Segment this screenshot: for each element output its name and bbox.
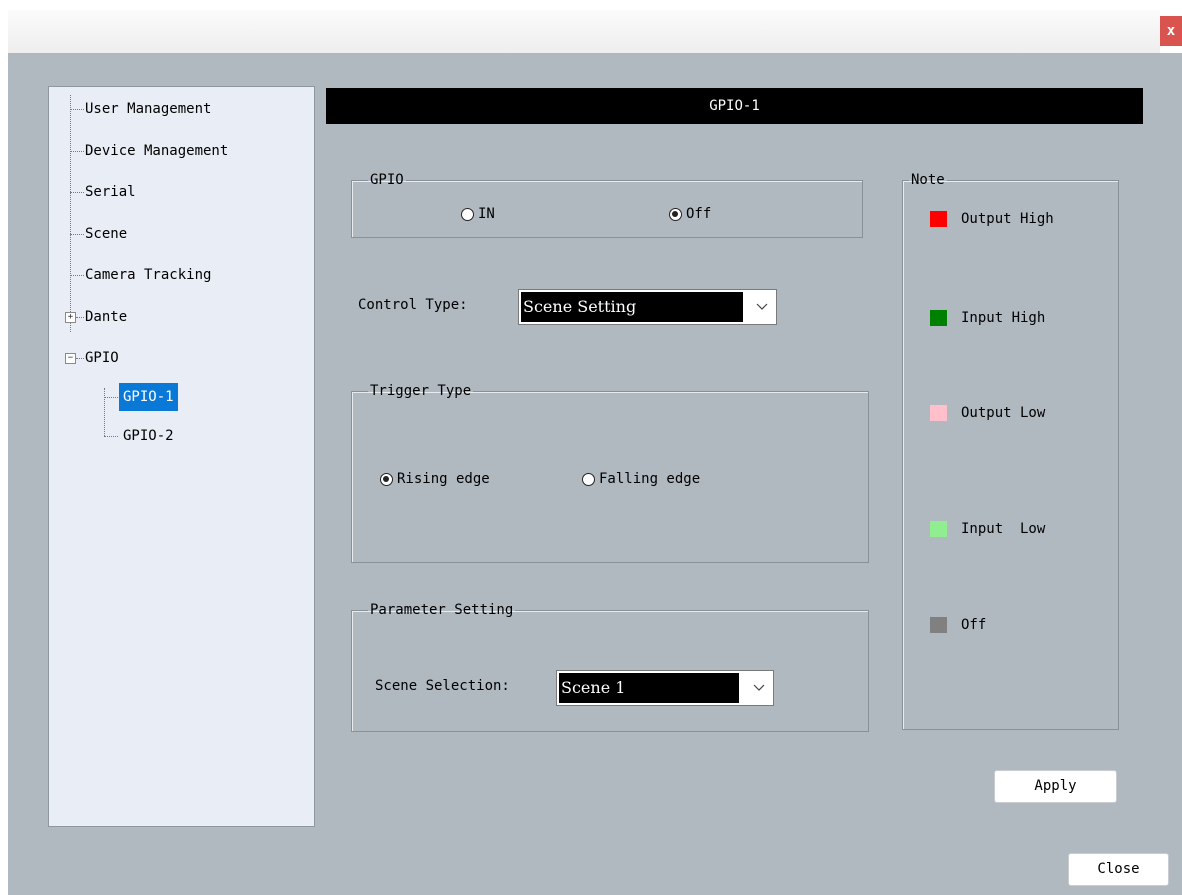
note-input-low: Input Low <box>930 521 1045 537</box>
note-group: Note <box>902 172 1119 730</box>
note-legend: Note <box>911 172 945 188</box>
pink-swatch-icon <box>930 405 947 421</box>
radio-unchecked-icon <box>582 472 595 486</box>
tree-item-gpio[interactable]: GPIO <box>85 344 119 372</box>
gray-swatch-icon <box>930 617 947 633</box>
control-type-label: Control Type: <box>358 297 468 313</box>
radio-falling-edge[interactable]: Falling edge <box>582 471 700 487</box>
collapse-icon[interactable]: − <box>65 353 76 364</box>
tree-connector <box>104 388 105 436</box>
control-type-select[interactable]: Scene Setting <box>518 289 777 325</box>
tree-item-gpio-1[interactable]: GPIO-1 <box>119 383 178 411</box>
parameter-setting-legend: Parameter Setting <box>370 602 514 618</box>
close-button[interactable]: Close <box>1068 853 1169 886</box>
gpio-group: GPIO <box>351 172 863 238</box>
parameter-setting-group: Parameter Setting <box>351 602 869 732</box>
radio-unchecked-icon <box>461 207 474 221</box>
radio-checked-icon <box>380 472 393 486</box>
apply-button[interactable]: Apply <box>994 770 1117 803</box>
note-input-high: Input High <box>930 310 1045 326</box>
scene-selection-select[interactable]: Scene 1 <box>556 670 774 706</box>
title-bar <box>8 10 1160 53</box>
radio-gpio-in[interactable]: IN <box>461 206 495 222</box>
control-type-value: Scene Setting <box>521 292 743 322</box>
trigger-type-legend: Trigger Type <box>370 383 472 399</box>
tree-item-device-management[interactable]: Device Management <box>85 137 228 165</box>
window-close-button[interactable]: x <box>1160 16 1182 46</box>
expand-icon[interactable]: + <box>65 312 76 323</box>
tree-connector <box>70 95 71 332</box>
dialog-body: User Management Device Management Serial… <box>8 53 1182 895</box>
radio-checked-icon <box>669 207 682 221</box>
light-green-swatch-icon <box>930 521 947 537</box>
tree-item-serial[interactable]: Serial <box>85 178 136 206</box>
tree-item-user-management[interactable]: User Management <box>85 95 211 123</box>
note-output-high: Output High <box>930 211 1054 227</box>
gpio-group-legend: GPIO <box>370 172 404 188</box>
tree-item-camera-tracking[interactable]: Camera Tracking <box>85 261 211 289</box>
radio-rising-edge[interactable]: Rising edge <box>380 471 490 487</box>
scene-selection-value: Scene 1 <box>559 673 739 703</box>
chevron-down-icon <box>756 303 768 310</box>
chevron-down-icon <box>753 684 765 691</box>
green-swatch-icon <box>930 310 947 326</box>
note-output-low: Output Low <box>930 405 1045 421</box>
tree-item-gpio-2[interactable]: GPIO-2 <box>123 422 174 450</box>
navigation-tree: User Management Device Management Serial… <box>48 86 315 827</box>
red-swatch-icon <box>930 211 947 227</box>
scene-selection-label: Scene Selection: <box>375 678 510 694</box>
tree-item-dante[interactable]: Dante <box>85 303 127 331</box>
page-title: GPIO-1 <box>326 88 1143 124</box>
tree-item-scene[interactable]: Scene <box>85 220 127 248</box>
note-off: Off <box>930 617 986 633</box>
radio-gpio-off[interactable]: Off <box>669 206 711 222</box>
